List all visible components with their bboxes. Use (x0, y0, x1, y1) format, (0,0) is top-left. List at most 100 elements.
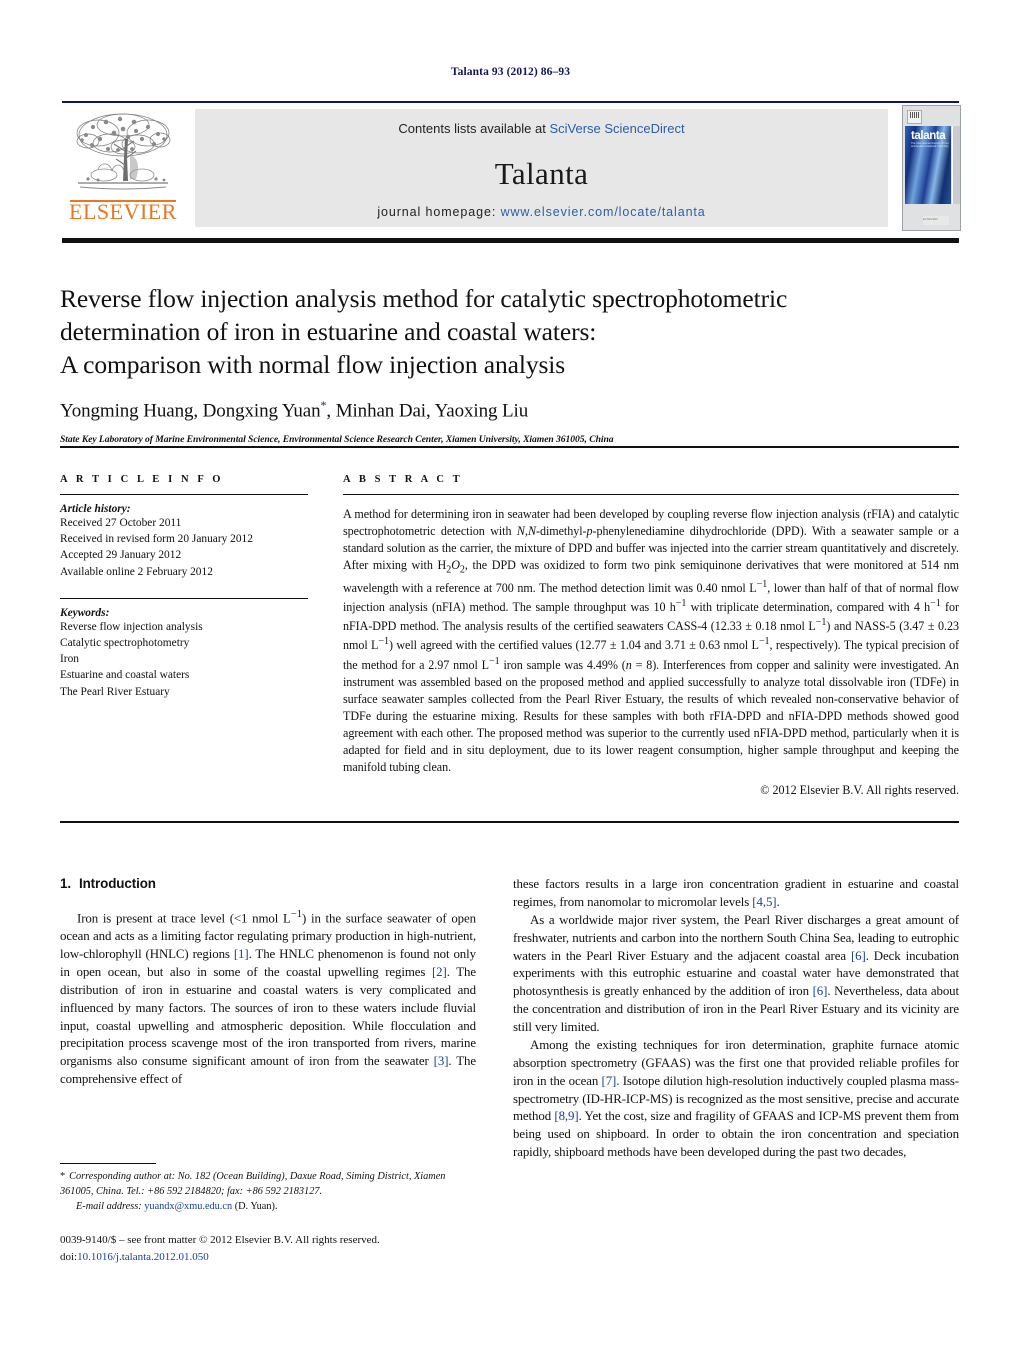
abstract-column: A B S T R A C T A method for determining… (343, 474, 959, 798)
email-owner: (D. Yuan). (234, 1200, 278, 1212)
abstract-superscript: −1 (378, 636, 390, 648)
contents-prefix: Contents lists available at (398, 121, 550, 136)
section-heading-introduction: 1. Introduction (60, 876, 476, 891)
history-item: Received in revised form 20 January 2012 (60, 533, 253, 546)
title-block: Reverse flow injection analysis method f… (60, 282, 960, 445)
sciencedirect-link[interactable]: SciVerse ScienceDirect (549, 121, 684, 136)
page-title: Reverse flow injection analysis method f… (60, 282, 960, 381)
intro-paragraph-2: As a worldwide major river system, the P… (513, 912, 959, 1037)
doi-line: doi:10.1016/j.talanta.2012.01.050 (60, 1249, 520, 1266)
title-line-2: determination of iron in estuarine and c… (60, 317, 597, 347)
journal-cover-thumbnail: talanta The International Journal of Pur… (902, 105, 961, 231)
article-info-heading: A R T I C L E I N F O (60, 474, 224, 485)
abstract-heading: A B S T R A C T (343, 474, 463, 485)
citation-ref[interactable]: [6] (851, 949, 866, 963)
issn-doi-block: 0039-9140/$ – see front matter © 2012 El… (60, 1232, 520, 1265)
title-line-3: A comparison with normal flow injection … (60, 350, 566, 380)
body-column-right: these factors results in a large iron co… (513, 876, 959, 1162)
contents-available-line: Contents lists available at SciVerse Sci… (195, 121, 888, 136)
abstract-superscript: −1 (758, 636, 770, 648)
citation-ref[interactable]: [7] (602, 1074, 617, 1088)
citation-ref[interactable]: [6] (813, 984, 828, 998)
journal-article-page: Talanta 93 (2012) 86–93 ELSEVIER Content… (0, 0, 1021, 1351)
footnote-block: * Corresponding author at: No. 182 (Ocean… (60, 1170, 480, 1215)
intro-paragraph-1-cont: these factors results in a large iron co… (513, 876, 959, 912)
journal-homepage-link[interactable]: www.elsevier.com/locate/talanta (501, 205, 706, 219)
copyright-line: © 2012 Elsevier B.V. All rights reserved… (760, 783, 959, 798)
abstract-superscript: −1 (815, 617, 827, 629)
abstract-italic-N2: N (527, 524, 536, 539)
citation-ref[interactable]: [4,5] (752, 895, 776, 909)
cover-elsevier-mark-icon (907, 110, 922, 124)
citation-ref[interactable]: [1] (234, 947, 249, 961)
history-item: Accepted 29 January 2012 (60, 549, 182, 562)
para-seg: . The distribution of iron in estuarine … (60, 964, 476, 1069)
email-link[interactable]: yuandx@xmu.edu.cn (144, 1201, 232, 1212)
keyword-item: The Pearl River Estuary (60, 685, 170, 698)
footnote-email-line: E-mail address: yuandx@xmu.edu.cn (D. Yu… (60, 1200, 480, 1215)
journal-homepage-line: journal homepage: www.elsevier.com/locat… (195, 205, 888, 219)
abstract-seg: with triplicate determination, compared … (686, 600, 931, 615)
keyword-item: Catalytic spectrophotometry (60, 636, 190, 649)
article-history-group: Article history: Received 27 October 201… (60, 503, 308, 580)
section-number: 1. (60, 876, 71, 891)
abstract-seg: ) well agreed with the certified values … (389, 638, 759, 653)
citation-ref[interactable]: [8,9] (554, 1109, 578, 1123)
para-seg: . (776, 894, 780, 909)
issn-line: 0039-9140/$ – see front matter © 2012 El… (60, 1234, 380, 1246)
body-column-left: 1. Introduction Iron is present at trace … (60, 876, 476, 1089)
abstract-seg: iron sample was 4.49% ( (499, 657, 626, 672)
para-seg: these factors results in a large iron co… (513, 877, 959, 909)
citation-ref[interactable]: [3] (434, 1054, 449, 1068)
article-info-rule (60, 494, 308, 495)
masthead-bottom-rule (62, 238, 959, 243)
journal-title: Talanta (494, 156, 589, 191)
keyword-item: Iron (60, 653, 79, 666)
history-item: Available online 2 February 2012 (60, 565, 213, 578)
para-seg: Iron is present at trace level (<1 nmol … (77, 911, 291, 926)
abstract-superscript: −1 (675, 598, 687, 610)
footnote-corresponding-text: Corresponding author at: No. 182 (Ocean … (60, 1171, 446, 1197)
keyword-item: Reverse flow injection analysis (60, 620, 203, 633)
abstract-rule (343, 494, 959, 495)
abstract-seg: = 8). Interferences from copper and sali… (343, 657, 959, 775)
running-head: Talanta 93 (2012) 86–93 (450, 66, 571, 78)
abstract-superscript: −1 (756, 578, 768, 590)
contents-banner: Contents lists available at SciVerse Sci… (195, 109, 888, 227)
cover-footer-mark: ELSEVIER (923, 216, 949, 225)
abstract-italic-N: N (516, 524, 525, 539)
author-list: Yongming Huang, Dongxing Yuan*, Minhan D… (60, 398, 960, 422)
homepage-prefix: journal homepage: (377, 205, 501, 219)
elsevier-tree-icon (76, 113, 171, 190)
para-superscript: −1 (290, 908, 303, 920)
intro-paragraph-1: Iron is present at trace level (<1 nmol … (60, 907, 476, 1089)
email-address-label: E-mail address: (76, 1200, 142, 1212)
elsevier-logo: ELSEVIER (62, 109, 184, 227)
keywords-label: Keywords: (60, 606, 110, 619)
elsevier-wordmark: ELSEVIER (69, 199, 177, 224)
abstract-superscript: −1 (930, 598, 941, 610)
footnote-star-marker: * (60, 1171, 66, 1182)
abstract-seg: -dimethyl- (535, 524, 587, 539)
abstract-text: A method for determining iron in seawate… (343, 506, 959, 776)
cover-journal-title: talanta (911, 130, 946, 142)
keywords-separator-rule (60, 597, 308, 599)
footnote-rule (60, 1163, 156, 1164)
abstract-bottom-rule (60, 821, 959, 823)
keyword-item: Estuarine and coastal waters (60, 669, 190, 682)
doi-link[interactable]: 10.1016/j.talanta.2012.01.050 (77, 1251, 209, 1263)
title-line-1: Reverse flow injection analysis method f… (60, 284, 788, 313)
abstract-superscript: −1 (488, 655, 500, 667)
affiliation: State Key Laboratory of Marine Environme… (60, 433, 614, 445)
abstract-top-rule (60, 446, 959, 448)
section-title: Introduction (78, 876, 156, 891)
authors-main: Yongming Huang, Dongxing Yuan (60, 400, 321, 422)
cover-journal-subtitle: The International Journal of Pure and Ap… (911, 142, 949, 148)
article-history-label: Article history: (60, 503, 131, 515)
masthead: ELSEVIER Contents lists available at Sci… (62, 103, 961, 231)
h2o2-formula: H2O2 (437, 558, 465, 576)
history-item: Received 27 October 2011 (60, 517, 182, 529)
para-seg: . Yet the cost, size and fragility of GF… (513, 1109, 959, 1160)
citation-ref[interactable]: [2] (432, 965, 447, 979)
doi-label: doi: (60, 1250, 78, 1263)
